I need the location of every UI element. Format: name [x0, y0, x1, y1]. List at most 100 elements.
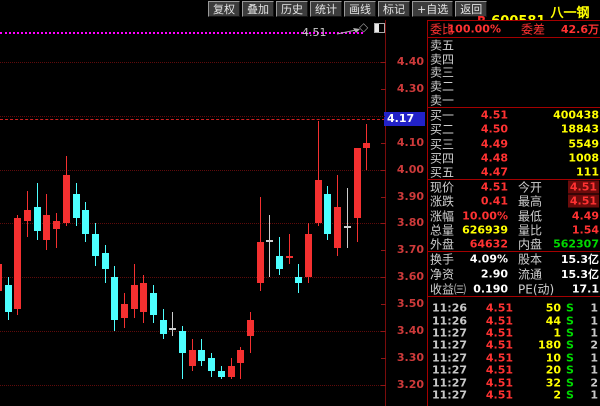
window-layout-icon[interactable] [374, 23, 385, 33]
stat-value: 0.190 [473, 282, 508, 295]
tick-volume: 1 [553, 326, 561, 339]
sell-level-row: 卖一 [428, 93, 600, 107]
tick-price: 4.51 [486, 302, 513, 315]
sell-levels-section: 卖五卖四卖三卖二卖一 [428, 38, 600, 108]
tick-count: 1 [590, 302, 598, 315]
current-price-dashed-line [0, 119, 385, 120]
candle-body [218, 371, 225, 376]
tick-row: 11:26 4.51 50 S 1 [428, 302, 600, 314]
tick-row: 11:274.511S1 [428, 327, 600, 339]
candle-wick [347, 188, 348, 247]
axis-tick [381, 223, 386, 224]
toolbar-button-统计[interactable]: 统计 [310, 1, 342, 17]
tick-price: 4.51 [486, 376, 513, 389]
stat-label: 收益㈢ [430, 280, 466, 297]
tick-volume: 2 [553, 388, 561, 401]
tick-time: 11:27 [432, 339, 467, 352]
candle-body [286, 256, 293, 259]
axis-tick [381, 89, 386, 90]
quote-value: 4.51 [568, 195, 599, 208]
candle-body [82, 210, 89, 234]
buy-level-volume: 400438 [553, 109, 599, 122]
candle-body [14, 218, 21, 309]
candle-body [24, 210, 31, 221]
axis-price-label: 4.40 [393, 56, 424, 68]
stat-row: 净资2.90流通15.3亿 [428, 267, 600, 282]
diamond-marker-icon[interactable]: ◇ [359, 20, 368, 34]
candle-body [169, 328, 176, 330]
candle-body [363, 143, 370, 148]
buy-level-price: 4.50 [481, 123, 508, 136]
tick-side: S [566, 339, 574, 352]
tick-volume: 32 [546, 376, 561, 389]
tick-time: 11:26 [432, 302, 467, 315]
candle-body [102, 253, 109, 269]
gridline [0, 170, 385, 171]
buy-level-price: 4.47 [481, 165, 508, 178]
tick-row: 11:274.5120S1 [428, 364, 600, 376]
toolbar-button-叠加[interactable]: 叠加 [242, 1, 274, 17]
gridline [0, 116, 385, 117]
tick-time: 11:27 [432, 388, 467, 401]
tick-count: 2 [590, 376, 598, 389]
buy-level-price: 4.49 [481, 137, 508, 150]
tick-count: 2 [590, 339, 598, 352]
toolbar-button-标记[interactable]: 标记 [378, 1, 410, 17]
toolbar-button-+自选[interactable]: +自选 [412, 1, 453, 17]
weibi-row: 委比 100.00% 委差 42.6万 [428, 21, 600, 37]
quote-value: 1.54 [572, 223, 599, 236]
candle-body [150, 293, 157, 315]
tick-side: S [566, 314, 574, 327]
weicha-value: 42.6万 [561, 21, 599, 37]
quote-panel: 委比 100.00% 委差 42.6万 卖五卖四卖三卖二卖一 买一4.51400… [427, 20, 600, 406]
tick-side: S [566, 302, 574, 315]
axis-price-label: 3.60 [393, 271, 424, 283]
tick-time: 11:27 [432, 376, 467, 389]
axis-price-label: 3.40 [393, 325, 424, 337]
candle-wick [56, 213, 57, 248]
buy-level-price: 4.48 [481, 151, 508, 164]
axis-tick [381, 62, 386, 63]
axis-price-label: 4.10 [393, 137, 424, 149]
stat-value: 15.3亿 [561, 266, 599, 282]
toolbar-button-复权[interactable]: 复权 [208, 1, 240, 17]
tick-count: 1 [590, 364, 598, 377]
gridline [0, 331, 385, 332]
quote-value: 4.51 [568, 181, 599, 194]
candle-wick [289, 234, 290, 264]
tick-side: S [566, 376, 574, 389]
candlestick-chart[interactable]: 4.51 ◇ 4.17 4.404.304.104.003.903.803.70… [0, 20, 427, 406]
tick-price: 4.51 [486, 351, 513, 364]
quote-value: 562307 [553, 237, 599, 250]
candle-body [0, 264, 2, 291]
candle-body [189, 350, 196, 366]
gridline [0, 385, 385, 386]
candle-body [315, 180, 322, 223]
quote-row: 外盘64632内盘562307 [428, 237, 600, 251]
candle-body [257, 242, 264, 282]
axis-price-label: 4.30 [393, 83, 424, 95]
candle-body [53, 221, 60, 229]
tick-price: 4.51 [486, 314, 513, 327]
axis-tick [381, 143, 386, 144]
top-toolbar: 复权叠加历史统计画线标记+自选返回 R 600581 八一钢铁 [0, 0, 600, 20]
toolbar-button-画线[interactable]: 画线 [344, 1, 376, 17]
quote-value: 64632 [470, 237, 508, 250]
candle-body [228, 366, 235, 377]
tick-count: 1 [590, 314, 598, 327]
tick-time: 11:26 [432, 314, 467, 327]
tick-time: 11:27 [432, 364, 467, 377]
axis-price-label: 3.30 [393, 352, 424, 364]
stat-value: 15.3亿 [561, 251, 599, 267]
candle-body [266, 240, 273, 242]
toolbar-button-历史[interactable]: 历史 [276, 1, 308, 17]
candle-body [92, 234, 99, 256]
stock-app-window: 复权叠加历史统计画线标记+自选返回 R 600581 八一钢铁 4.51 ◇ 4… [0, 0, 600, 406]
axis-tick [381, 304, 386, 305]
quote-value: 4.49 [572, 209, 599, 222]
weicha-label: 委差 [521, 21, 545, 38]
quote-value: 626939 [462, 223, 508, 236]
tick-count: 1 [590, 388, 598, 401]
tick-volume: 50 [546, 302, 561, 315]
candle-body [43, 215, 50, 239]
